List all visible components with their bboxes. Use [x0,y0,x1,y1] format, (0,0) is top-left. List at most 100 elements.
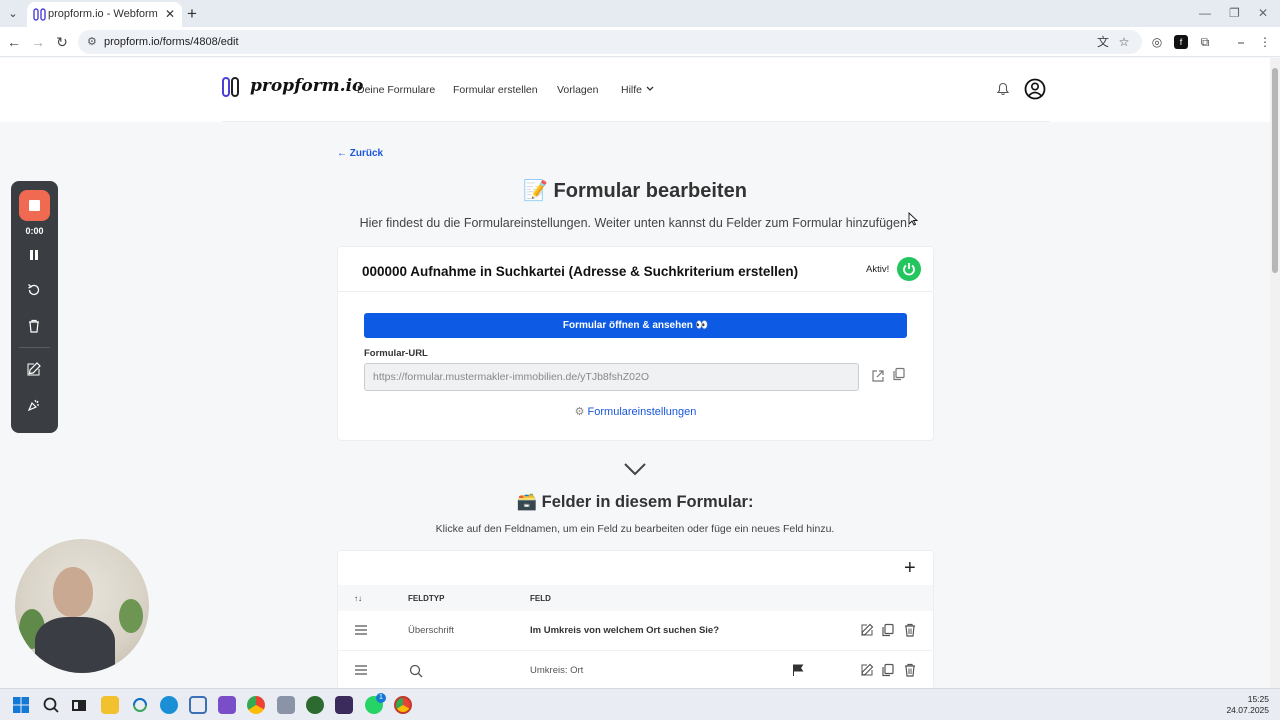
recording-time: 0:00 [25,226,44,236]
profile-icon[interactable]: ⎯ [1234,35,1248,49]
bookmark-star-icon[interactable]: ☆ [1117,35,1131,49]
file-explorer-icon[interactable] [101,696,119,714]
fields-subtitle: Klicke auf den Feldnamen, um ein Feld zu… [435,523,835,535]
screen-recorder-panel: 0:00 [11,181,58,433]
page-scrollbar[interactable] [1270,58,1280,688]
page-subtitle: Hier findest du die Formulareinstellunge… [359,216,911,230]
field-name[interactable]: Umkreis: Ort [530,665,583,676]
hilfe-chevron-down-icon[interactable] [646,86,654,92]
nav-hilfe[interactable]: Hilfe [621,84,642,96]
back-arrow-icon[interactable]: ← [5,33,23,51]
pause-icon[interactable] [26,247,42,263]
whatsapp-badge: 1 [376,693,386,703]
restart-icon[interactable] [26,282,42,298]
edge-icon[interactable] [160,696,178,714]
webcam-person-head [53,567,93,617]
window-close-icon[interactable]: ✕ [1258,6,1268,20]
browser-menu-icon[interactable]: ⋮ [1258,35,1272,49]
nav-formular-erstellen[interactable]: Formular erstellen [453,84,538,96]
active-toggle[interactable] [897,257,921,281]
app-icon[interactable] [335,696,353,714]
extensions-puzzle-icon[interactable]: ⧉ [1198,35,1212,49]
drag-handle-icon[interactable] [355,625,367,635]
extension-f-icon[interactable]: f [1174,35,1188,49]
taskbar-search-icon[interactable] [42,696,60,714]
field-name[interactable]: Im Umkreis von welchem Ort suchen Sie? [530,625,719,636]
fields-table: + ↑↓ FELDTYP FELD Überschrift Im Umkreis… [337,550,934,690]
duplicate-icon[interactable] [881,623,895,637]
copy-icon[interactable] [892,367,906,381]
fields-title: 🗃️ Felder in diesem Formular: [516,493,754,511]
table-row[interactable]: Umkreis: Ort [338,651,933,689]
field-type: Überschrift [408,625,454,636]
app-icon[interactable] [131,696,149,714]
back-link[interactable]: ← Zurück [337,148,383,159]
browser-tabbar: ⌄ propform.io - Webformular-Ba ✕ + — ❐ ✕ [0,0,1280,27]
windows-start-icon[interactable] [12,696,30,714]
sort-column[interactable]: ↑↓ [354,594,362,603]
translate-icon[interactable]: 文 [1096,35,1110,49]
drag-handle-icon[interactable] [355,665,367,675]
tab-search-icon[interactable]: ⌄ [5,6,21,22]
open-form-button[interactable]: Formular öffnen & ansehen 👀 [364,313,907,338]
chrome-profile-icon[interactable] [394,696,412,714]
logo[interactable]: propform.io [222,76,363,102]
form-title: 000000 Aufnahme in Suchkartei (Adresse &… [362,264,799,279]
url-text[interactable]: propform.io/forms/4808/edit [104,36,239,48]
logo-text: propform.io [250,76,364,96]
back-label: Zurück [349,148,384,159]
nav-vorlagen[interactable]: Vorlagen [557,84,598,96]
webcam-plant [119,599,143,633]
omnibox[interactable]: ⚙ propform.io/forms/4808/edit [78,30,1142,54]
status-label: Aktiv! [866,264,890,275]
scrollbar-thumb[interactable] [1272,68,1278,273]
annotate-icon[interactable] [26,361,42,377]
extension-circle-icon[interactable]: ◎ [1150,35,1164,49]
trash-icon[interactable] [26,318,42,334]
edit-icon[interactable] [860,663,874,677]
notification-bell-icon[interactable] [996,82,1010,96]
table-row[interactable]: Überschrift Im Umkreis von welchem Ort s… [338,611,933,651]
forward-arrow-icon[interactable]: → [29,33,47,51]
photos-icon[interactable] [277,696,295,714]
minimize-icon[interactable]: — [1199,6,1211,20]
chrome-icon[interactable] [247,696,265,714]
form-url-label: Formular-URL [364,348,428,359]
new-tab-icon[interactable]: + [187,4,197,24]
reload-icon[interactable]: ↻ [53,33,71,51]
nav-deine-formulare[interactable]: Deine Formulare [357,84,435,96]
logo-mark-icon [222,77,239,97]
app-hs-icon[interactable] [306,696,324,714]
task-view-icon[interactable] [70,696,88,714]
open-external-icon[interactable] [871,369,885,383]
gear-icon: ⚙ [574,406,585,418]
restore-icon[interactable]: ❐ [1229,6,1240,20]
clock-date: 24.07.2025 [1226,705,1269,715]
snipping-tool-icon[interactable] [218,696,236,714]
webcam-bubble[interactable] [15,539,149,673]
stop-recording-button[interactable] [19,190,50,221]
tab-close-icon[interactable]: ✕ [165,7,175,21]
mouse-cursor-icon [908,212,918,226]
header-divider [222,121,1050,122]
form-settings-label: Formulareinstellungen [587,406,697,418]
remote-desktop-icon[interactable] [189,696,207,714]
form-settings-link[interactable]: ⚙ Formulareinstellungen [338,405,933,418]
form-card: 000000 Aufnahme in Suchkartei (Adresse &… [337,246,934,441]
flag-icon[interactable] [791,663,805,677]
site-info-icon[interactable]: ⚙ [87,35,97,48]
taskbar: 1 15:25 24.07.2025 [0,688,1280,720]
feldtyp-column: FELDTYP [408,594,445,603]
propform-favicon-icon [33,8,46,21]
browser-tab[interactable]: propform.io - Webformular-Ba ✕ [27,2,182,27]
effects-icon[interactable] [26,397,42,413]
delete-icon[interactable] [903,623,917,637]
add-field-icon[interactable]: + [904,557,916,580]
duplicate-icon[interactable] [881,663,895,677]
delete-icon[interactable] [903,663,917,677]
account-icon[interactable] [1024,78,1046,100]
system-clock[interactable]: 15:25 24.07.2025 [1226,694,1269,716]
edit-icon[interactable] [860,623,874,637]
form-url-field[interactable] [364,363,859,391]
power-icon [903,263,915,276]
